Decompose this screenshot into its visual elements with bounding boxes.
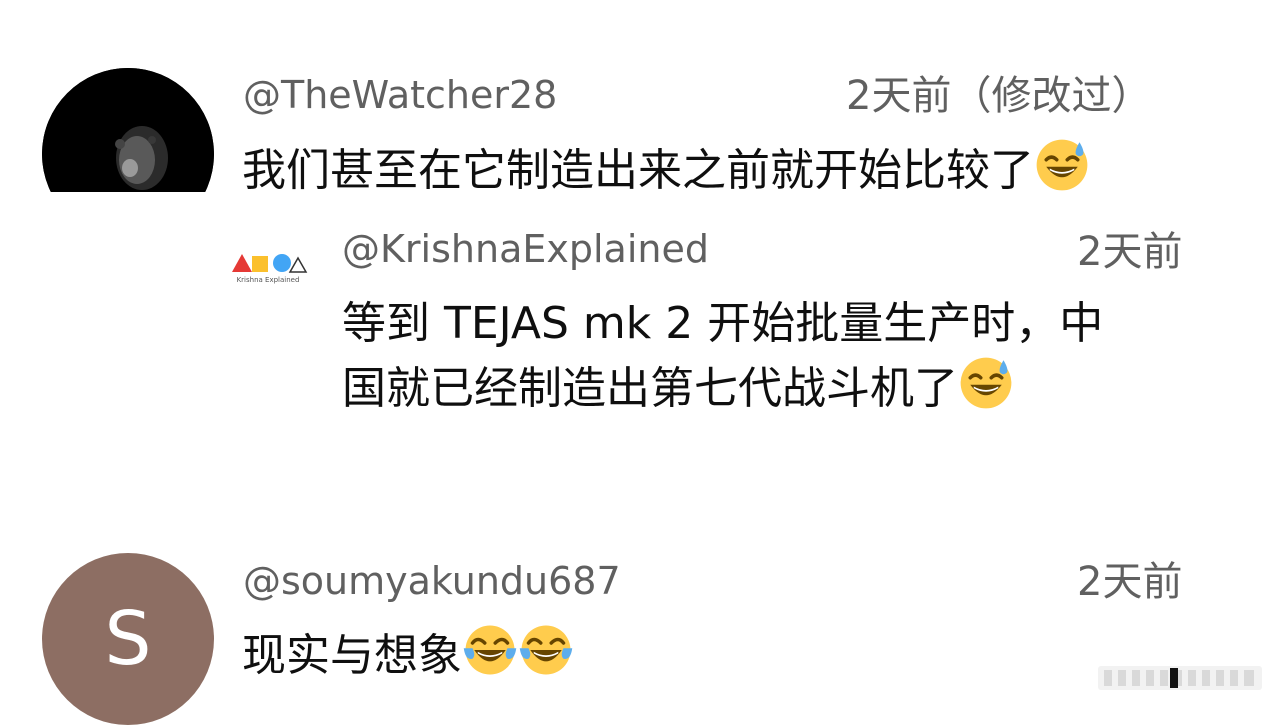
avatar-krishnaexplained[interactable]: Krishna Explained bbox=[226, 232, 310, 292]
comment-text: 现实与想象 bbox=[242, 622, 574, 687]
watermark-icon bbox=[1098, 666, 1262, 690]
reply-text-line2-content: 国就已经制造出第七代战斗机了 bbox=[342, 363, 958, 414]
avatar-photo-icon bbox=[42, 68, 214, 192]
avatar-thewatcher28[interactable] bbox=[42, 68, 214, 192]
comment-text: 我们甚至在它制造出来之前就开始比较了 bbox=[242, 137, 1090, 202]
comment-time: 2天前（修改过） bbox=[846, 73, 1152, 119]
avatar-letter: S bbox=[104, 596, 152, 682]
reply-time: 2天前 bbox=[1077, 229, 1183, 275]
comment-text-content: 我们甚至在它制造出来之前就开始比较了 bbox=[242, 145, 1034, 196]
avatar-soumyakundu687[interactable]: S bbox=[42, 553, 214, 725]
comment-text-content: 现实与想象 bbox=[242, 630, 462, 681]
sweat-smile-emoji-icon bbox=[1036, 139, 1088, 191]
krishna-logo-icon: Krishna Explained bbox=[232, 254, 308, 284]
tears-of-joy-emoji-icon bbox=[519, 625, 573, 675]
tears-of-joy-emoji-icon bbox=[463, 625, 517, 675]
avatar-thewatcher28-wrapper bbox=[0, 0, 220, 192]
comment-time: 2天前 bbox=[1077, 559, 1183, 605]
comment-handle[interactable]: @TheWatcher28 bbox=[243, 76, 557, 114]
reply-text-line2: 国就已经制造出第七代战斗机了 bbox=[342, 355, 1014, 420]
krishna-logo-caption: Krishna Explained bbox=[237, 276, 300, 284]
reply-handle[interactable]: @KrishnaExplained bbox=[342, 230, 709, 268]
comment-handle[interactable]: @soumyakundu687 bbox=[243, 562, 621, 600]
reply-text-line1: 等到 TEJAS mk 2 开始批量生产时，中 bbox=[342, 298, 1104, 349]
sweat-smile-emoji-icon bbox=[960, 357, 1012, 409]
